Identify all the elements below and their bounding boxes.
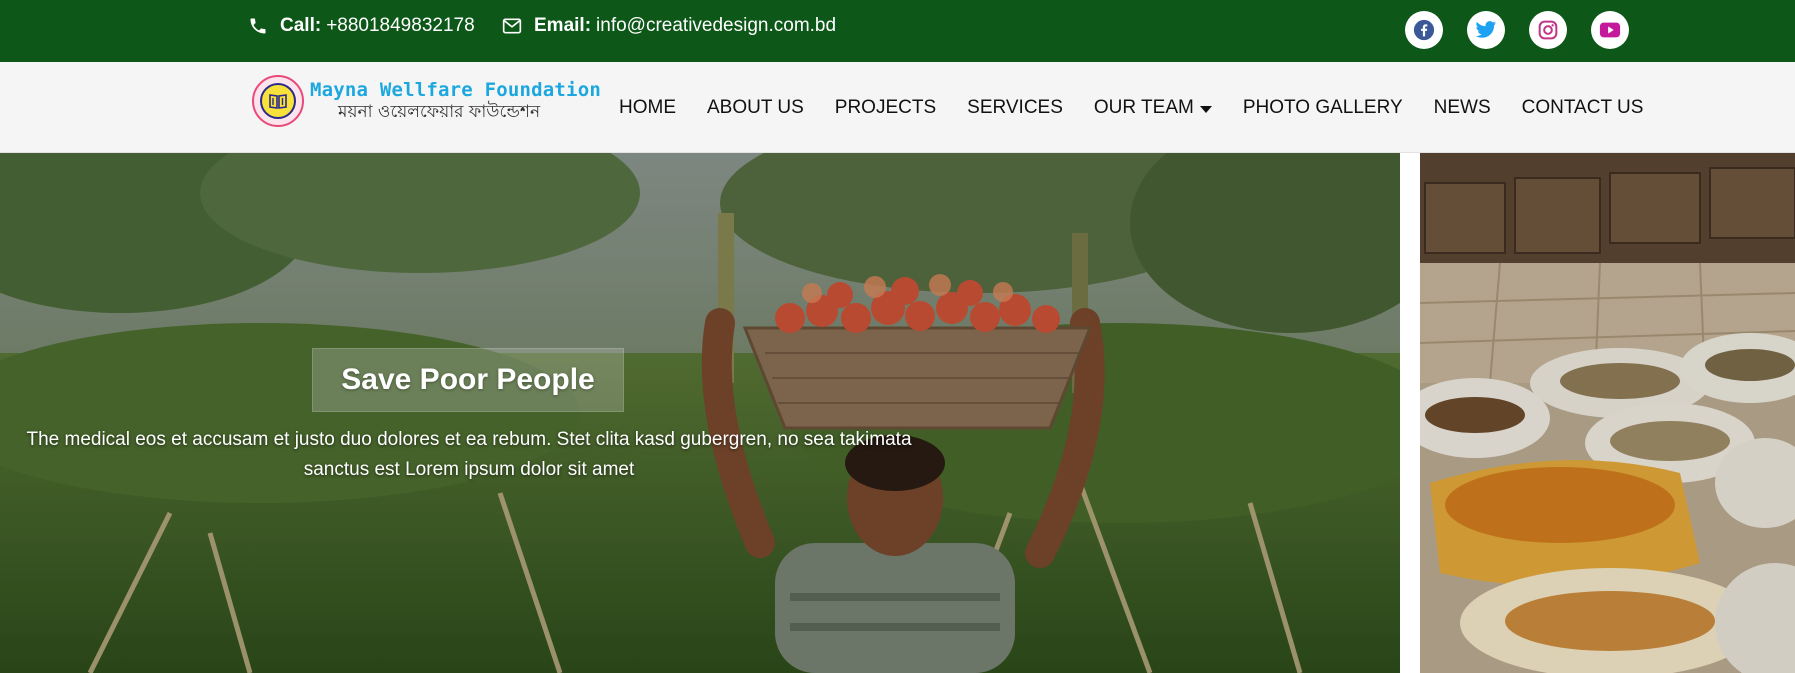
nav-label: NEWS: [1433, 96, 1491, 118]
twitter-link[interactable]: [1467, 11, 1505, 49]
hero-title: Save Poor People: [341, 363, 595, 396]
phone-icon: [250, 18, 266, 34]
site-logo[interactable]: Mayna Wellfare Foundation ময়না ওয়েলফেয…: [252, 75, 601, 127]
hero-slide-next[interactable]: [1420, 153, 1795, 673]
nav-label: PHOTO GALLERY: [1242, 96, 1403, 118]
envelope-icon: [502, 18, 522, 34]
main-header: Mayna Wellfare Foundation ময়না ওয়েলফেয…: [0, 62, 1795, 153]
logo-emblem: [252, 75, 304, 127]
book-icon: [269, 94, 287, 109]
hero-slide-active[interactable]: Save Poor People The medical eos et accu…: [0, 153, 1400, 673]
nav-item-contact-us[interactable]: CONTACT US: [1522, 97, 1644, 119]
nav-item-about-us[interactable]: ABOUT US: [707, 97, 804, 119]
hero-title-box: Save Poor People: [312, 348, 624, 412]
email-info[interactable]: Email: info@creativedesign.com.bd: [502, 0, 836, 52]
nav-label: OUR TEAM: [1093, 96, 1194, 118]
nav-item-home[interactable]: HOME: [619, 97, 676, 119]
nav-label: HOME: [619, 96, 676, 118]
hero-carousel[interactable]: Save Poor People The medical eos et accu…: [0, 153, 1795, 673]
instagram-link[interactable]: [1529, 11, 1567, 49]
call-number[interactable]: +8801849832178: [326, 15, 474, 37]
nav-label: ABOUT US: [707, 96, 804, 118]
youtube-link[interactable]: [1591, 11, 1629, 49]
email-label: Email:: [534, 15, 592, 36]
call-info[interactable]: Call: +8801849832178: [248, 0, 475, 52]
top-contact-bar: Call: +8801849832178 Email: info@creativ…: [0, 0, 1795, 62]
hero-description: The medical eos et accusam et justo duo …: [10, 425, 928, 485]
brand-name: Mayna Wellfare Foundation: [310, 79, 601, 101]
nav-label: SERVICES: [967, 96, 1063, 118]
nav-label: CONTACT US: [1521, 96, 1644, 118]
call-label: Call:: [280, 15, 322, 36]
farmer-tomatoes-photo: [0, 153, 1400, 673]
social-links: [1405, 11, 1629, 49]
twitter-icon: [1475, 21, 1497, 38]
facebook-icon: [1413, 19, 1435, 41]
nav-item-projects[interactable]: PROJECTS: [835, 97, 936, 119]
instagram-icon: [1538, 20, 1558, 40]
nav-item-services[interactable]: SERVICES: [967, 97, 1063, 119]
spice-market-photo: [1420, 153, 1795, 673]
nav-item-news[interactable]: NEWS: [1434, 97, 1491, 119]
nav-item-our-team[interactable]: OUR TEAM: [1094, 97, 1212, 119]
nav-label: PROJECTS: [834, 96, 937, 118]
hero-description-line-2: sanctus est Lorem ipsum dolor sit amet: [303, 459, 635, 480]
brand-name-bengali: ময়না ওয়েলফেয়ার ফাউন্ডেশন: [338, 102, 541, 122]
youtube-icon: [1599, 22, 1621, 38]
email-address[interactable]: info@creativedesign.com.bd: [596, 15, 836, 37]
facebook-link[interactable]: [1405, 11, 1443, 49]
main-navigation: HOME ABOUT US PROJECTS SERVICES OUR TEAM…: [619, 62, 1643, 153]
caret-down-icon: [1199, 105, 1212, 113]
hero-description-line-1: The medical eos et accusam et justo duo …: [26, 429, 912, 450]
nav-item-photo-gallery[interactable]: PHOTO GALLERY: [1243, 97, 1403, 119]
